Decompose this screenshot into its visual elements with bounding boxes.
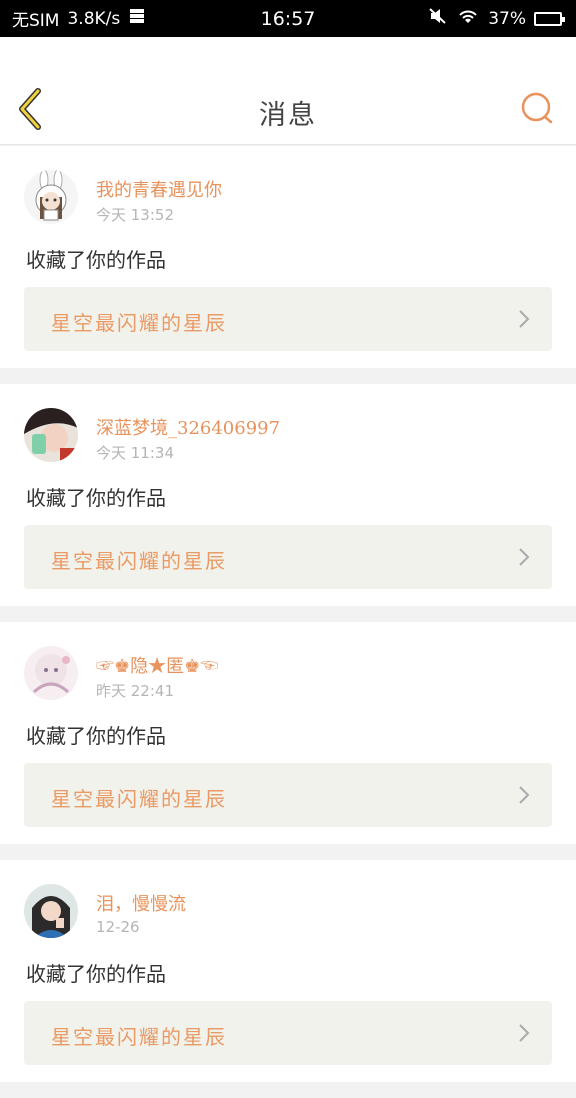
work-link[interactable]: 星空最闪耀的星辰 — [24, 287, 552, 351]
chevron-right-icon — [519, 310, 530, 328]
avatar[interactable] — [24, 884, 78, 938]
username[interactable]: 我的青春遇见你 — [96, 176, 222, 202]
status-right: 37% — [428, 7, 565, 30]
page-title: 消息 — [259, 100, 317, 131]
avatar[interactable] — [24, 408, 78, 462]
top-nav: 消息 — [0, 37, 576, 145]
work-title: 星空最闪耀的星辰 — [51, 787, 227, 811]
action-text: 收藏了你的作品 — [26, 962, 166, 986]
timestamp: 12-26 — [96, 918, 140, 936]
search-icon — [521, 92, 553, 124]
work-link[interactable]: 星空最闪耀的星辰 — [24, 525, 552, 589]
work-link[interactable]: 星空最闪耀的星辰 — [24, 763, 552, 827]
timestamp: 今天 13:52 — [96, 206, 174, 224]
message-list: 我的青春遇见你 今天 13:52 收藏了你的作品 星空最闪耀的星辰 深蓝梦境_3… — [0, 146, 576, 1098]
username[interactable]: 泪，慢慢流 — [96, 890, 186, 916]
avatar[interactable] — [24, 646, 78, 700]
work-title: 星空最闪耀的星辰 — [51, 549, 227, 573]
username[interactable]: ☞♚隐★匿♚☜ — [96, 652, 218, 678]
status-left: 无SIM 3.8K/s — [12, 6, 146, 31]
work-link[interactable]: 星空最闪耀的星辰 — [24, 1001, 552, 1065]
work-title: 星空最闪耀的星辰 — [51, 1025, 227, 1049]
search-button[interactable] — [520, 91, 554, 125]
battery-percent: 37% — [488, 8, 526, 29]
wifi-icon — [456, 7, 480, 30]
username[interactable]: 深蓝梦境_326406997 — [96, 414, 280, 440]
work-title: 星空最闪耀的星辰 — [51, 311, 227, 335]
message-item: 深蓝梦境_326406997 今天 11:34 收藏了你的作品 星空最闪耀的星辰 — [0, 384, 576, 606]
mute-icon — [428, 7, 448, 30]
action-text: 收藏了你的作品 — [26, 248, 166, 272]
battery-icon — [534, 11, 565, 26]
chevron-right-icon — [519, 1024, 530, 1042]
carrier-label: 无SIM — [12, 11, 60, 31]
message-item: ☞♚隐★匿♚☜ 昨天 22:41 收藏了你的作品 星空最闪耀的星辰 — [0, 622, 576, 844]
chevron-right-icon — [519, 786, 530, 804]
data-icon — [128, 7, 146, 30]
timestamp: 今天 11:34 — [96, 444, 174, 462]
timestamp: 昨天 22:41 — [96, 682, 174, 700]
action-text: 收藏了你的作品 — [26, 724, 166, 748]
network-speed: 3.8K/s — [67, 8, 121, 29]
message-item: 泪，慢慢流 12-26 收藏了你的作品 星空最闪耀的星辰 — [0, 860, 576, 1082]
chevron-right-icon — [519, 548, 530, 566]
status-bar: 无SIM 3.8K/s 16:57 37% — [0, 0, 576, 37]
action-text: 收藏了你的作品 — [26, 486, 166, 510]
message-item: 我的青春遇见你 今天 13:52 收藏了你的作品 星空最闪耀的星辰 — [0, 146, 576, 368]
avatar[interactable] — [24, 170, 78, 224]
